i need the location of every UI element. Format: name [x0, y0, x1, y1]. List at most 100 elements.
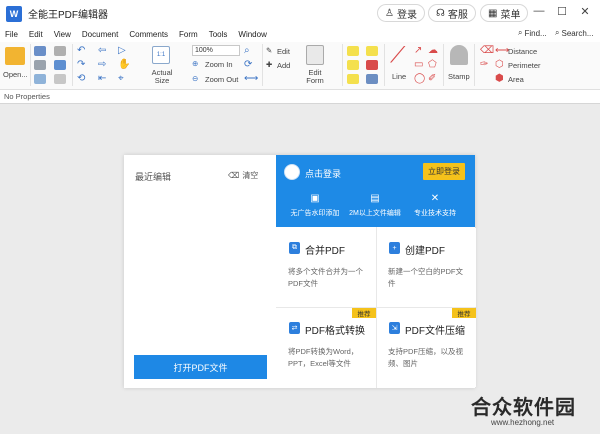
ribbon-divider	[72, 44, 73, 86]
line-label[interactable]: Line	[392, 72, 406, 81]
document-icon[interactable]	[54, 74, 66, 84]
menu-comments[interactable]: Comments	[129, 30, 168, 39]
perimeter-label[interactable]: Perimeter	[508, 61, 541, 70]
open-label[interactable]: Open...	[3, 70, 28, 79]
hand-icon[interactable]: ✋	[118, 59, 130, 70]
next-icon[interactable]: ▷	[118, 45, 126, 56]
compress-pdf-card[interactable]: 推荐 ⇲ PDF文件压缩 支持PDF压缩，以及视频、图片	[377, 308, 476, 387]
ribbon-divider	[443, 44, 444, 86]
zoom-tool-icon[interactable]: ⌕	[244, 45, 250, 56]
menu-window[interactable]: Window	[238, 30, 266, 39]
pencil-icon[interactable]: ✐	[428, 73, 436, 84]
image-icon: ▣	[310, 193, 320, 204]
watermark-text: 合众软件园	[471, 397, 576, 419]
headset-icon: ☊	[436, 7, 445, 19]
zoom-select[interactable]: 100%	[192, 45, 240, 56]
audio-icon[interactable]	[366, 74, 378, 84]
edit-label[interactable]: Edit	[277, 47, 290, 56]
menu-document[interactable]: Document	[82, 30, 118, 39]
recent-panel: 最近编辑 ⌫ 清空 打开PDF文件	[124, 155, 276, 388]
print-icon[interactable]	[34, 60, 46, 70]
card-title: PDF文件压缩	[405, 326, 465, 337]
area-label[interactable]: Area	[508, 75, 524, 84]
perimeter-icon[interactable]: ⬡	[495, 59, 504, 70]
select-icon[interactable]: ⌖	[118, 73, 124, 84]
highlight-icon[interactable]	[347, 46, 359, 56]
menu-edit[interactable]: Edit	[29, 30, 43, 39]
create-icon: +	[389, 242, 400, 254]
minimize-button[interactable]: —	[530, 5, 548, 17]
zoom-out-icon[interactable]: ⊖	[192, 74, 198, 83]
first-page-icon[interactable]: ⇤	[98, 73, 106, 84]
cloud-shape-icon[interactable]: ☁	[428, 45, 438, 56]
stamp-label[interactable]: Stamp	[448, 72, 470, 81]
watermark-url: www.hezhong.net	[491, 418, 555, 427]
find-icon: ⌕	[518, 28, 523, 37]
underline-icon[interactable]	[347, 60, 359, 70]
note-icon[interactable]	[366, 46, 378, 56]
login-panel: 点击登录 立即登录 ▣ 无广告水印添加 ▤ 2M以上文件编辑 ✕ 专业技术支持	[276, 155, 475, 227]
avatar[interactable]	[284, 164, 300, 180]
forward-icon[interactable]: ⇨	[98, 59, 106, 70]
menu-button[interactable]: ▦ 菜单	[480, 4, 529, 22]
zoom-out-label[interactable]: Zoom Out	[205, 75, 238, 84]
login-now-button[interactable]: 立即登录	[423, 163, 465, 180]
edit-form-label[interactable]: Edit Form	[304, 69, 326, 85]
fit-page-icon[interactable]: ⟳	[244, 59, 252, 70]
convert-pdf-card[interactable]: 推荐 ⇄ PDF格式转换 将PDF转换为Word，PPT，Excel等文件	[277, 308, 376, 387]
strikeout-icon[interactable]	[366, 60, 378, 70]
login-prompt[interactable]: 点击登录	[305, 167, 341, 180]
polygon-icon[interactable]: ⬠	[428, 59, 437, 70]
back-icon[interactable]: ⇦	[98, 45, 106, 56]
cloud-icon[interactable]	[54, 60, 66, 70]
card-description: 新建一个空白的PDF文件	[388, 267, 463, 288]
open-pdf-button[interactable]: 打开PDF文件	[134, 355, 267, 379]
zoom-in-icon[interactable]: ⊕	[192, 59, 198, 68]
fit-width-icon[interactable]: ⟷	[244, 73, 258, 84]
search-button[interactable]: ⌕ Search...	[555, 28, 594, 38]
actual-size-icon[interactable]: 1:1	[152, 46, 170, 64]
distance-label[interactable]: Distance	[508, 47, 537, 56]
menu-file[interactable]: File	[5, 30, 18, 39]
eraser-icon[interactable]: ⌫	[480, 45, 494, 56]
close-button[interactable]: ✕	[576, 5, 594, 18]
pen-icon[interactable]: ✑	[480, 59, 488, 70]
zoom-in-label[interactable]: Zoom In	[205, 60, 233, 69]
ribbon-divider	[262, 44, 263, 86]
folder-icon[interactable]	[5, 47, 25, 65]
line-icon[interactable]: ⟋	[390, 42, 405, 68]
customer-service-button[interactable]: ☊ 客服	[428, 4, 476, 22]
oval-icon[interactable]: ◯	[414, 73, 425, 84]
email-icon[interactable]	[34, 74, 46, 84]
tools-icon: ✕	[430, 193, 440, 204]
rotate-icon[interactable]: ⟲	[77, 73, 85, 84]
site-watermark: 合众软件园 www.hezhong.net	[455, 389, 595, 429]
restore-button[interactable]: ☐	[553, 5, 571, 18]
add-icon[interactable]: ✚	[266, 60, 272, 69]
save-icon[interactable]	[34, 46, 46, 56]
actual-size-label[interactable]: Actual Size	[151, 69, 173, 85]
add-label[interactable]: Add	[277, 61, 290, 70]
menu-tools[interactable]: Tools	[209, 30, 228, 39]
clear-button[interactable]: ⌫ 清空	[228, 170, 258, 181]
area-icon[interactable]: ⬢	[495, 73, 504, 84]
undo-icon[interactable]: ↶	[77, 45, 85, 56]
recent-title: 最近编辑	[135, 172, 172, 182]
find-button[interactable]: ⌕ Find...	[518, 28, 547, 38]
redo-icon[interactable]: ↷	[77, 59, 85, 70]
search-label: Search...	[561, 28, 594, 38]
arrow-icon[interactable]: ↗	[414, 45, 422, 56]
menu-view[interactable]: View	[54, 30, 71, 39]
edit-form-icon[interactable]	[306, 45, 324, 65]
menu-form[interactable]: Form	[179, 30, 198, 39]
merge-pdf-card[interactable]: ⧉ 合并PDF 将多个文件合并为一个PDF文件	[277, 228, 376, 307]
textbox-icon[interactable]	[347, 74, 359, 84]
scan-icon[interactable]	[54, 46, 66, 56]
login-button[interactable]: ♙ 登录	[377, 4, 425, 22]
edit-text-icon[interactable]: ✎	[266, 46, 272, 55]
card-title: 创建PDF	[405, 246, 445, 257]
stamp-icon[interactable]	[450, 45, 468, 65]
rectangle-icon[interactable]: ▭	[414, 59, 423, 70]
create-pdf-card[interactable]: + 创建PDF 新建一个空白的PDF文件	[377, 228, 476, 307]
convert-icon: ⇄	[289, 322, 300, 334]
